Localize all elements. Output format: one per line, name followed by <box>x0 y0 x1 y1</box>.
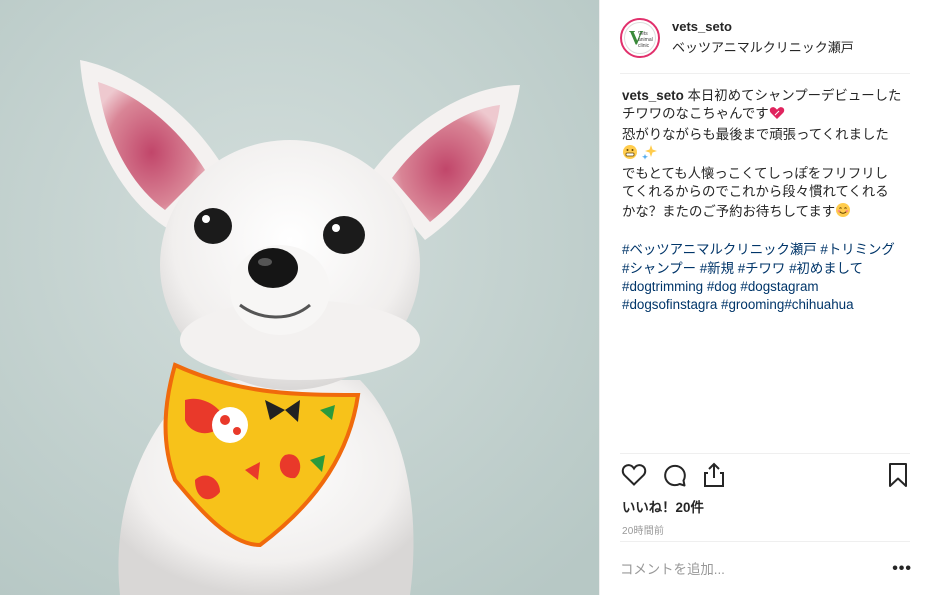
header-username[interactable]: vets_seto <box>672 19 854 35</box>
hashtag-link[interactable]: #チワワ <box>738 261 786 276</box>
actions-divider <box>620 453 910 454</box>
caption-line: てくれるからのでこれから段々慣れてくれる <box>622 184 889 200</box>
hashtag-link[interactable]: #dogsofinstagra <box>622 297 717 312</box>
post-header: V Vets animal clinic vets_seto ベッツアニマルクリ… <box>620 14 910 62</box>
heart-icon <box>621 464 647 486</box>
comment-row: ••• <box>620 552 912 586</box>
action-bar <box>620 461 912 491</box>
like-button[interactable] <box>620 461 648 489</box>
grimace-emoji-icon <box>622 144 638 165</box>
hashtag-link[interactable]: #grooming <box>721 297 784 312</box>
header-location[interactable]: ベッツアニマルクリニック瀬戸 <box>672 39 854 57</box>
hashtag-link[interactable]: #ベッツアニマルクリニック瀬戸 <box>622 242 817 257</box>
hashtag-link[interactable]: #dogtrimming <box>622 279 703 294</box>
bookmark-icon <box>889 463 907 487</box>
hashtag-link[interactable]: #トリミング <box>820 242 894 257</box>
clinic-logo: V Vets animal clinic <box>624 22 656 54</box>
header-text: vets_seto ベッツアニマルクリニック瀬戸 <box>672 19 854 57</box>
comment-divider <box>620 541 910 542</box>
chihuahua-photo <box>0 0 599 595</box>
post-sidebar: V Vets animal clinic vets_seto ベッツアニマルクリ… <box>599 0 929 595</box>
comment-button[interactable] <box>660 461 688 489</box>
avatar[interactable]: V Vets animal clinic <box>620 18 660 58</box>
clinic-logo-text: Vets animal clinic <box>638 31 653 49</box>
save-button[interactable] <box>884 461 912 489</box>
share-icon <box>704 462 724 487</box>
hashtag-link[interactable]: #dog <box>707 279 737 294</box>
sparkles-emoji-icon <box>641 144 658 165</box>
heart-emoji-icon <box>769 106 785 125</box>
share-button[interactable] <box>700 461 728 489</box>
post-photo[interactable] <box>0 0 599 595</box>
caption-username[interactable]: vets_seto <box>622 88 684 103</box>
caption-line: かな？またのご予約お待ちしてます <box>622 203 836 219</box>
hashtag-link[interactable]: #シャンプー <box>622 261 696 276</box>
more-options-button[interactable]: ••• <box>888 560 912 578</box>
post-timestamp[interactable]: 20時間前 <box>622 522 664 537</box>
caption-line: でもとても人懐っこくてしっぽをフリフリし <box>622 166 889 182</box>
header-divider <box>620 73 910 74</box>
hashtag-link[interactable]: #chihuahua <box>784 297 853 312</box>
hashtag-link[interactable]: #初めまして <box>789 261 863 276</box>
caption-line: 恐がりながらも最後まで頑張ってくれました <box>622 126 889 142</box>
smile-emoji-icon <box>835 202 851 223</box>
hashtag-link[interactable]: #dogstagram <box>740 279 818 294</box>
comment-icon <box>664 464 686 487</box>
caption-line: 本日初めてシャンプーデビューした <box>687 88 902 103</box>
hashtag-link[interactable]: #新規 <box>700 261 734 276</box>
like-count[interactable]: いいね！20件 <box>622 496 704 516</box>
caption-line: チワワのなこちゃんです <box>622 106 769 122</box>
post-caption: vets_seto 本日初めてシャンプーデビューした チワワのなこちゃんです 恐… <box>622 87 914 315</box>
comment-input[interactable] <box>620 561 888 577</box>
